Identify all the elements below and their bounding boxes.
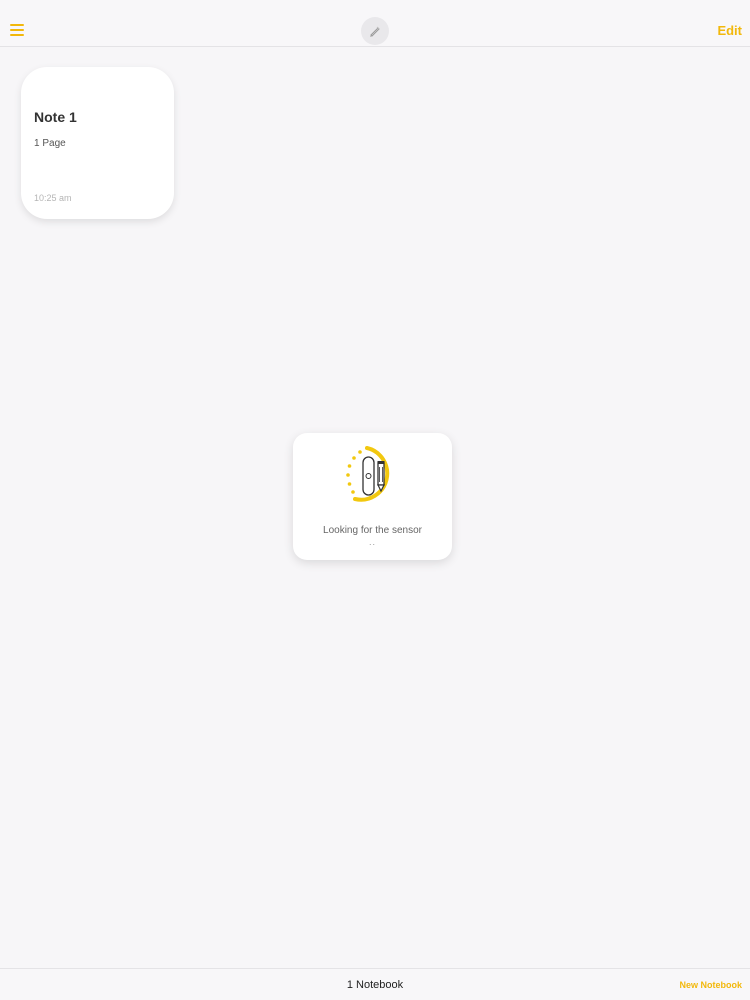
pen-button[interactable]	[361, 17, 389, 45]
hamburger-menu-icon[interactable]	[10, 24, 24, 36]
sensor-status-text: Looking for the sensor	[323, 525, 422, 536]
notebook-count: 1 Notebook	[346, 979, 404, 991]
top-bar: Edit	[0, 0, 750, 47]
bottom-bar: 1 Notebook New Notebook	[0, 968, 750, 1000]
sensor-progress-dots: ..	[368, 537, 376, 547]
note-page-count: 1 Page	[34, 138, 66, 149]
note-title: Note 1	[34, 109, 77, 125]
sensor-search-dialog: Looking for the sensor ..	[293, 433, 452, 560]
note-card[interactable]: Note 1 1 Page 10:25 am	[21, 67, 174, 219]
pen-icon	[370, 26, 380, 37]
edit-button[interactable]: Edit	[717, 23, 742, 38]
sensor-pen-search-icon	[346, 446, 390, 502]
new-notebook-button[interactable]: New Notebook	[679, 980, 742, 990]
note-timestamp: 10:25 am	[34, 193, 72, 203]
notebook-app: Edit Note 1 1 Page 10:25 am Looking for …	[0, 0, 750, 1000]
